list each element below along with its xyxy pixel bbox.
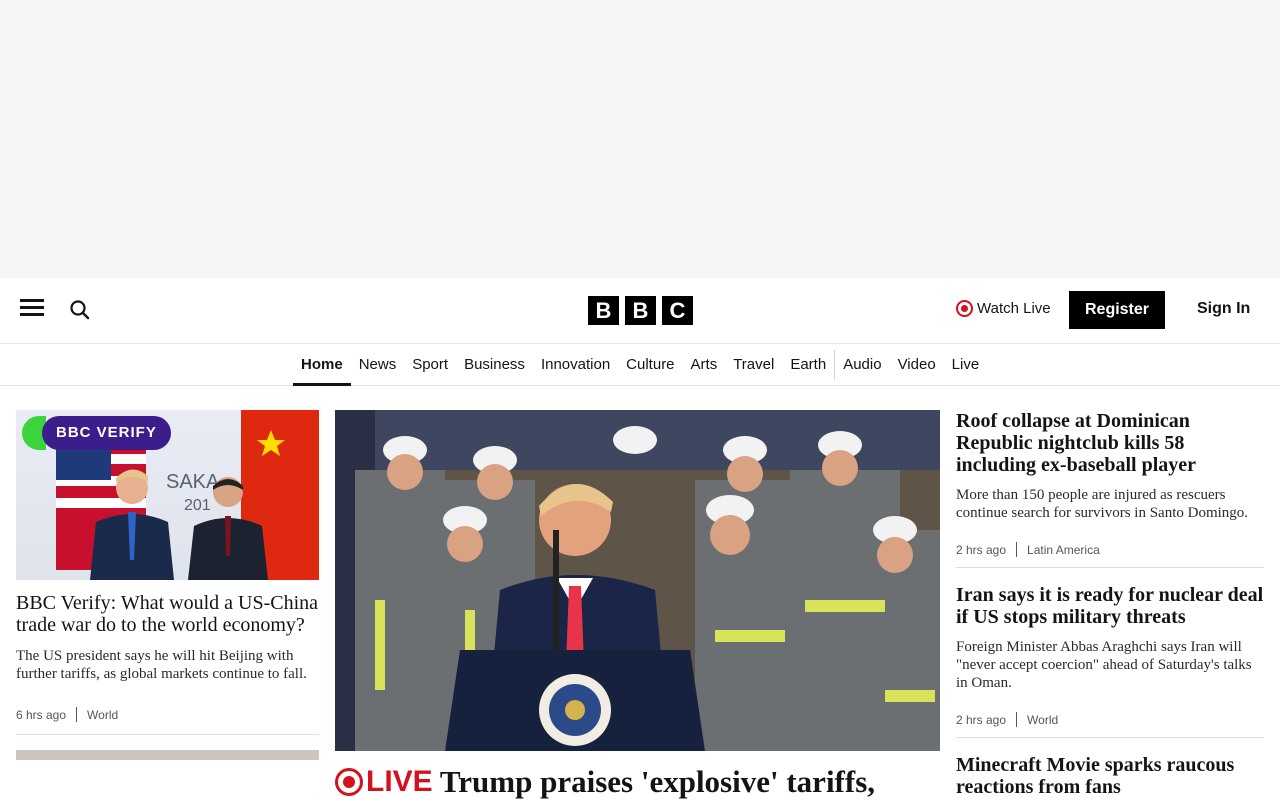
story-divider xyxy=(956,737,1264,738)
nav-item-innovation[interactable]: Innovation xyxy=(533,344,618,385)
register-button[interactable]: Register xyxy=(1069,291,1165,329)
story-image[interactable]: SAKA 201 BBC VERIFY xyxy=(16,410,319,580)
nav-item-travel[interactable]: Travel xyxy=(725,344,782,385)
live-badge: LIVE xyxy=(335,764,433,800)
nav-item-sport[interactable]: Sport xyxy=(404,344,456,385)
story-section[interactable]: Latin America xyxy=(1027,543,1100,557)
story-headline[interactable]: Iran says it is ready for nuclear deal i… xyxy=(956,584,1264,628)
nav-item-earth[interactable]: Earth xyxy=(782,344,834,385)
story-card: Minecraft Movie sparks raucous reactions… xyxy=(956,754,1264,798)
watch-live-label: Watch Live xyxy=(977,300,1051,317)
story-meta: 2 hrs ago Latin America xyxy=(956,542,1264,557)
nav-item-business[interactable]: Business xyxy=(456,344,533,385)
svg-text:SAKA: SAKA xyxy=(166,471,220,493)
search-icon[interactable] xyxy=(68,298,92,322)
left-story: SAKA 201 BBC VERIFY BBC Verify: What wou… xyxy=(16,410,319,760)
advertisement-area xyxy=(0,0,1280,278)
story-meta: 6 hrs ago World xyxy=(16,707,319,722)
lead-story-image[interactable] xyxy=(335,410,940,751)
watch-live-link[interactable]: Watch Live xyxy=(956,300,1051,317)
menu-icon[interactable] xyxy=(20,299,44,321)
logo-letter: B xyxy=(625,296,656,325)
story-divider xyxy=(956,567,1264,568)
nav-item-live[interactable]: Live xyxy=(944,344,988,385)
nav-item-news[interactable]: News xyxy=(351,344,405,385)
live-icon xyxy=(335,768,363,796)
meta-divider xyxy=(76,707,78,722)
story-card: Iran says it is ready for nuclear deal i… xyxy=(956,584,1264,738)
story-divider xyxy=(16,734,319,735)
story-summary: Foreign Minister Abbas Araghchi says Ira… xyxy=(956,639,1252,691)
nav-item-culture[interactable]: Culture xyxy=(618,344,682,385)
meta-divider xyxy=(1016,712,1018,727)
live-label: LIVE xyxy=(366,765,433,798)
story-time: 2 hrs ago xyxy=(956,542,1007,557)
story-section[interactable]: World xyxy=(1027,713,1058,727)
story-card: Roof collapse at Dominican Republic nigh… xyxy=(956,410,1264,568)
masthead: B B C Watch Live Register Sign In xyxy=(0,278,1280,344)
story-summary: The US president says he will hit Beijin… xyxy=(16,648,307,682)
story-section[interactable]: World xyxy=(87,708,118,722)
nav-item-audio[interactable]: Audio xyxy=(835,344,889,385)
nav-item-home[interactable]: Home xyxy=(293,344,351,386)
story-summary: More than 150 people are injured as resc… xyxy=(956,487,1249,521)
next-story-image[interactable] xyxy=(16,750,319,760)
lead-headline-text: Trump praises 'explosive' tariffs, xyxy=(439,764,876,799)
meta-divider xyxy=(1016,542,1018,557)
bbc-logo[interactable]: B B C xyxy=(588,296,693,325)
story-headline[interactable]: Roof collapse at Dominican Republic nigh… xyxy=(956,410,1264,476)
sign-in-button[interactable]: Sign In xyxy=(1197,300,1250,318)
story-headline[interactable]: Minecraft Movie sparks raucous reactions… xyxy=(956,754,1264,798)
nav-item-video[interactable]: Video xyxy=(890,344,944,385)
logo-letter: C xyxy=(662,296,693,325)
story-headline[interactable]: BBC Verify: What would a US-China trade … xyxy=(16,592,319,636)
live-icon xyxy=(956,300,973,317)
nav-item-arts[interactable]: Arts xyxy=(683,344,726,385)
lead-story-headline[interactable]: LIVE Trump praises 'explosive' tariffs, xyxy=(335,764,940,800)
main-nav: Home News Sport Business Innovation Cult… xyxy=(0,344,1280,386)
story-time: 6 hrs ago xyxy=(16,707,67,722)
svg-text:201: 201 xyxy=(184,497,211,514)
right-stories: Roof collapse at Dominican Republic nigh… xyxy=(956,410,1264,798)
story-time: 2 hrs ago xyxy=(956,712,1007,727)
story-meta: 2 hrs ago World xyxy=(956,712,1264,727)
bbc-verify-badge: BBC VERIFY xyxy=(42,416,171,450)
logo-letter: B xyxy=(588,296,619,325)
